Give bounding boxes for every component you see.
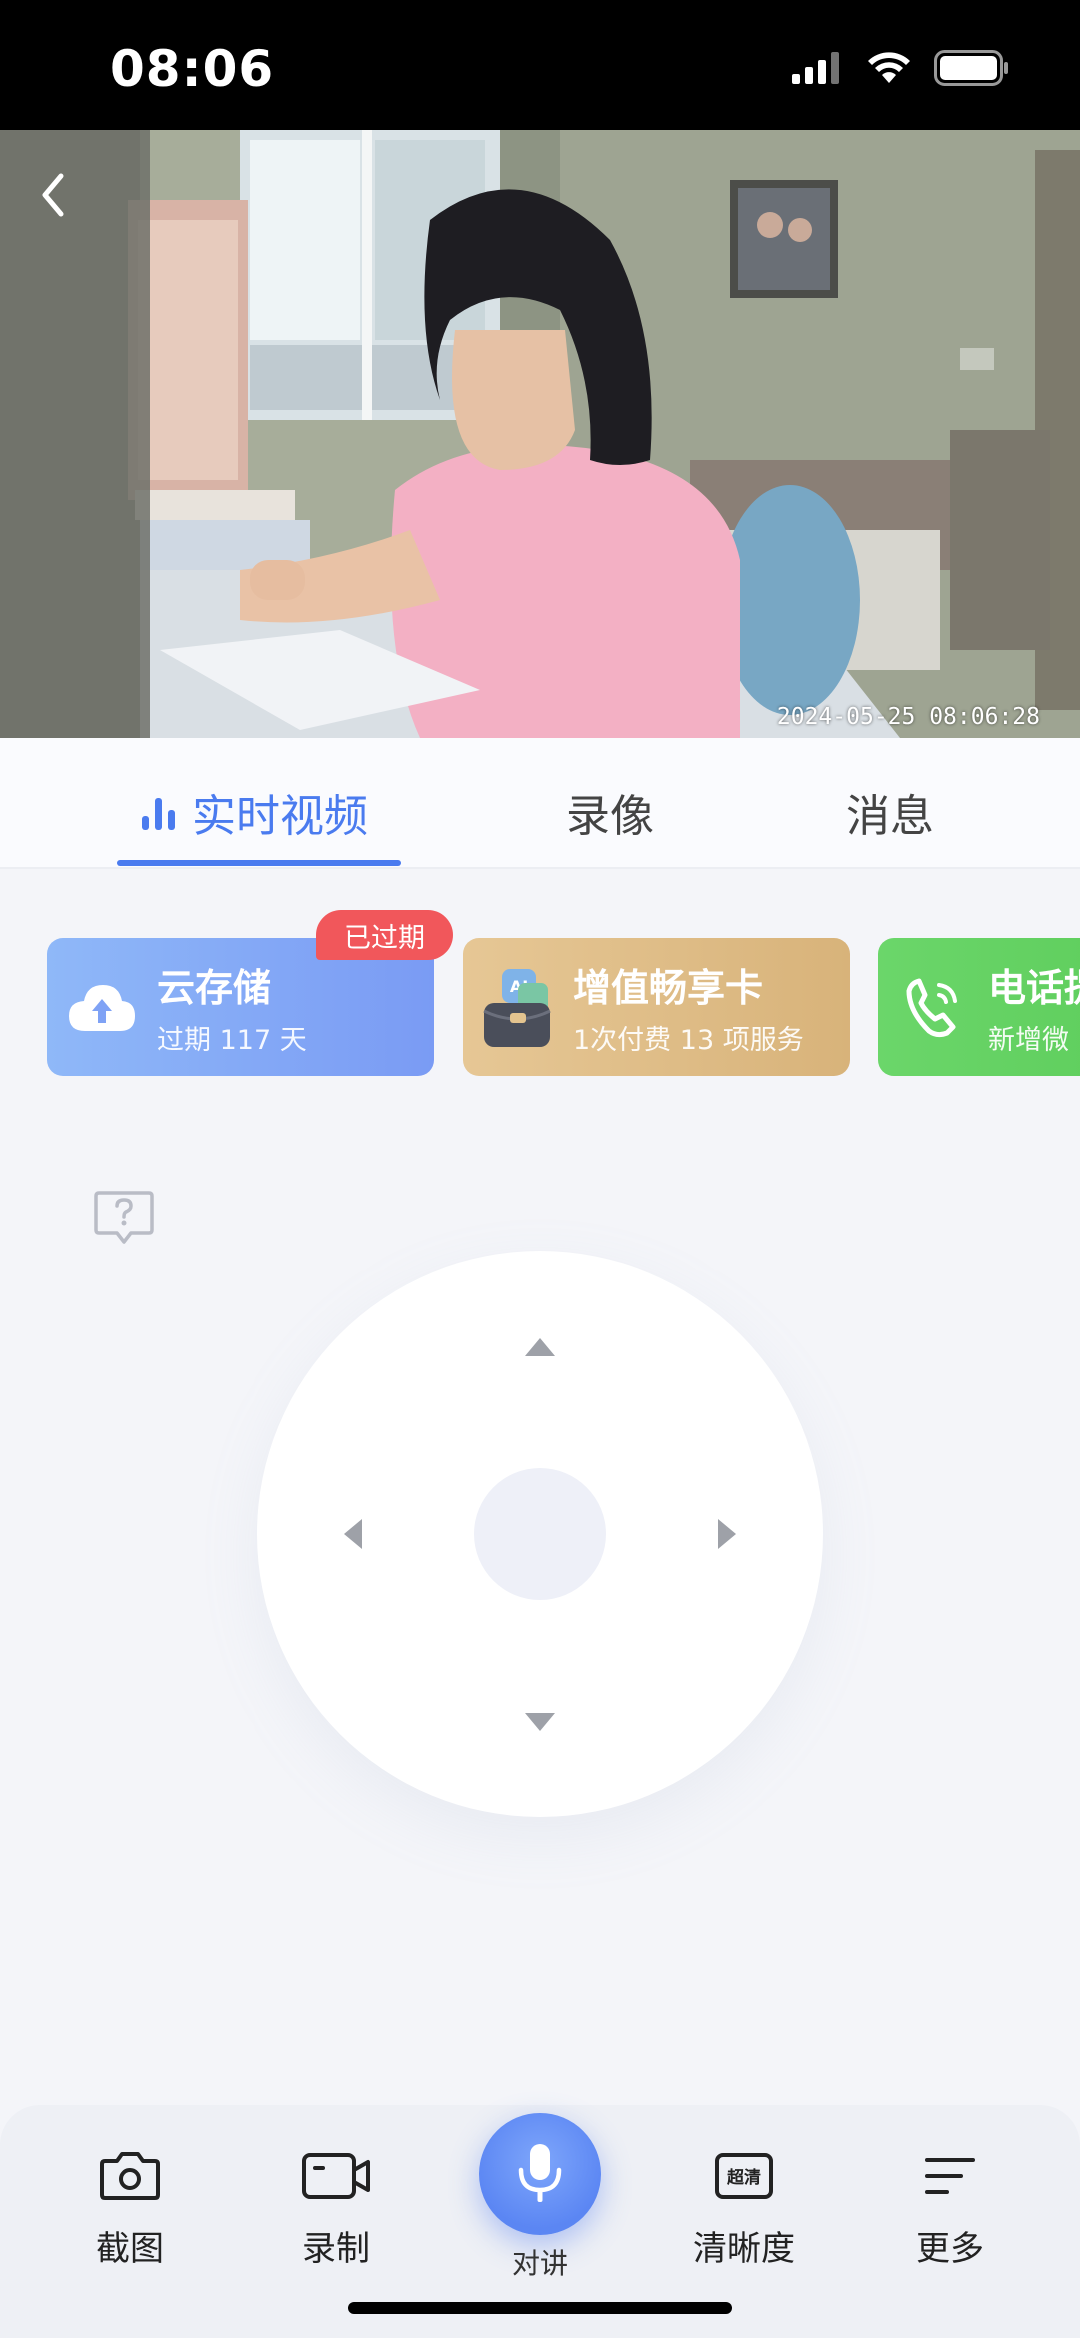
talk-label: 对讲: [511, 2247, 568, 2280]
more-label: 更多: [916, 2229, 984, 2269]
signal-bars-icon: [142, 798, 175, 830]
cloud-storage-title: 云存储: [157, 966, 272, 1010]
battery-icon: [934, 50, 1008, 86]
phone-alert-title: 电话提: [988, 966, 1080, 1010]
phone-ringing-icon: [878, 938, 988, 1076]
tab-recordings[interactable]: 录像: [566, 780, 654, 844]
status-bar: 08:06: [0, 0, 1080, 130]
phone-alert-subtitle: 新增微: [988, 1025, 1069, 1056]
record-button[interactable]: 录制: [256, 2141, 416, 2270]
triangle-right-icon: [718, 1519, 736, 1549]
help-button[interactable]: [93, 1190, 155, 1246]
ptz-direction-pad[interactable]: [257, 1251, 823, 1817]
tab-live-video-label: 实时视频: [192, 791, 368, 842]
triangle-up-icon: [525, 1338, 555, 1356]
quality-label: 清晰度: [693, 2229, 795, 2269]
chevron-left-icon: [42, 173, 64, 217]
more-button[interactable]: 更多: [870, 2141, 1030, 2270]
status-time: 08:06: [110, 40, 275, 98]
ai-wallet-icon: AI: [463, 938, 573, 1076]
back-button[interactable]: [28, 160, 78, 230]
triangle-left-icon: [344, 1519, 362, 1549]
cellular-signal-icon: [792, 52, 839, 84]
value-added-title: 增值畅享卡: [573, 966, 764, 1010]
value-added-card[interactable]: AI 增值畅享卡 1次付费 13 项服务: [463, 938, 850, 1076]
status-icons: [792, 50, 1010, 86]
record-label: 录制: [302, 2229, 370, 2269]
tab-bar: 实时视频 录像 消息: [0, 738, 1080, 868]
video-camera-icon: [301, 2141, 371, 2211]
live-video-feed[interactable]: 2024-05-25 08:06:28: [0, 130, 1080, 738]
quality-icon-text: 超清: [727, 2167, 761, 2188]
pan-down-button[interactable]: [520, 1702, 560, 1742]
tab-divider: [0, 867, 1080, 869]
pan-right-button[interactable]: [707, 1514, 747, 1554]
camera-icon: [95, 2141, 165, 2211]
pan-up-button[interactable]: [520, 1327, 560, 1367]
value-added-subtitle: 1次付费 13 项服务: [573, 1025, 804, 1056]
wifi-icon: [868, 52, 910, 83]
quality-icon: 超清: [709, 2141, 779, 2211]
video-timestamp: 2024-05-25 08:06:28: [776, 704, 1040, 730]
cloud-storage-subtitle: 过期 117 天: [157, 1025, 307, 1056]
help-bubble-icon: [94, 1191, 154, 1244]
screenshot-label: 截图: [96, 2229, 164, 2269]
camera-frame-image: [0, 130, 1080, 738]
microphone-icon: [518, 2144, 562, 2202]
camera-live-page: 08:06 2024-05-25 08:06:28 实时视频 录像 消息 云存储…: [0, 0, 1080, 2338]
talk-button[interactable]: [479, 2113, 601, 2235]
home-indicator: [348, 2302, 732, 2314]
phone-alert-card[interactable]: 电话提 新增微: [878, 938, 1080, 1076]
tab-messages[interactable]: 消息: [846, 780, 934, 844]
screenshot-button[interactable]: 截图: [50, 2141, 210, 2270]
quality-button[interactable]: 超清 清晰度: [664, 2141, 824, 2270]
cloud-upload-icon: [47, 938, 157, 1076]
triangle-down-icon: [525, 1713, 555, 1731]
tab-live-video[interactable]: 实时视频: [142, 780, 368, 844]
tab-recordings-label: 录像: [566, 791, 654, 842]
menu-lines-icon: [915, 2141, 985, 2211]
pan-left-button[interactable]: [333, 1514, 373, 1554]
ptz-center-button[interactable]: [474, 1468, 606, 1600]
active-tab-indicator: [117, 860, 401, 866]
tab-messages-label: 消息: [846, 791, 934, 842]
expired-badge: 已过期: [316, 910, 453, 960]
service-cards-carousel[interactable]: 云存储 过期 117 天 已过期 AI 增值畅享卡 1次付费 13 项服务: [0, 900, 1080, 1100]
